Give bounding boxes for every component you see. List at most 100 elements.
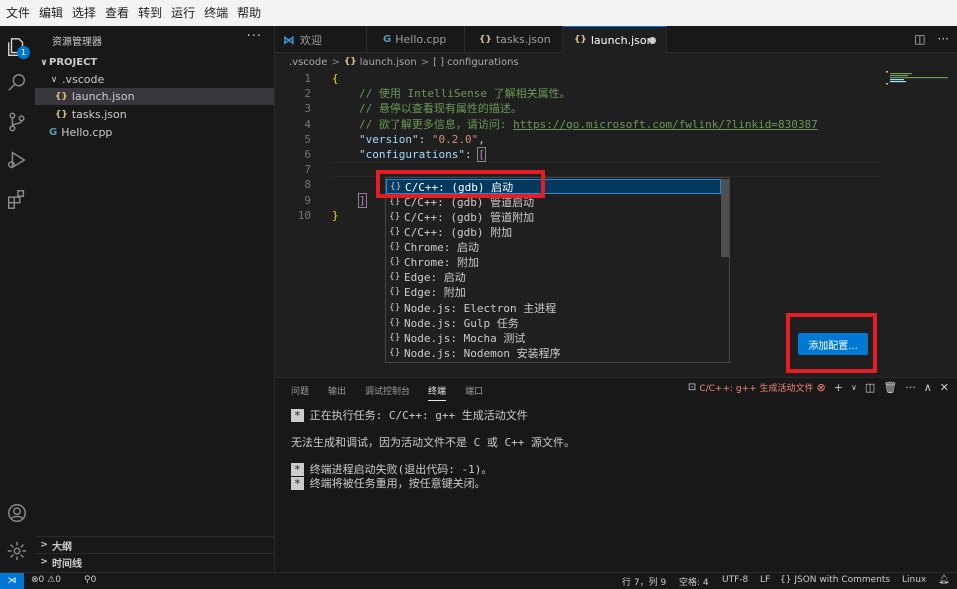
os-status[interactable]: Linux [902,575,926,585]
menu-selection[interactable]: 选择 [68,0,100,26]
close-icon[interactable]: ✕ [940,381,949,394]
line-number: 3 [304,102,311,115]
more-actions-icon[interactable]: ··· [247,29,262,44]
suggest-item[interactable]: {} Chrome: 启动 [386,239,721,254]
file-tasks-json[interactable]: {} tasks.json [35,106,274,123]
split-terminal-icon[interactable]: ◫ [865,381,875,394]
breadcrumb-file[interactable]: launch.json [360,57,417,68]
account-icon[interactable] [4,500,30,526]
menu-go[interactable]: 转到 [134,0,166,26]
tab-terminal[interactable]: 终端 [428,384,447,401]
snippet-icon: {} [389,332,401,343]
indentation-status[interactable]: 空格: 4 [679,575,709,588]
code-line: // 欲了解更多信息，请访问: https://go.microsoft.com… [359,117,818,132]
menu-terminal[interactable]: 终端 [200,0,232,26]
suggest-label: Chrome: 启动 [404,240,479,254]
suggest-item[interactable]: {} C/C++: (gdb) 管道附加 [386,209,721,224]
star-marker: * [291,409,304,422]
file-hello-cpp[interactable]: G Hello.cpp [35,124,274,141]
menu-run[interactable]: 运行 [167,0,199,26]
explorer-sidebar: 资源管理器 ··· ∨ PROJECT ∨ .vscode {} launch.… [35,26,275,572]
ports-status[interactable]: ⚲0 [84,575,96,585]
file-launch-json[interactable]: {} launch.json [35,88,274,105]
explorer-icon[interactable]: 1 [4,34,30,60]
maximize-chevron-up-icon[interactable]: ∧ [924,381,932,394]
suggest-item[interactable]: {} Node.js: Gulp 任务 [386,315,721,330]
project-folder[interactable]: ∨ PROJECT [35,54,274,71]
code-line: "version": "0.2.0", [359,132,485,147]
suggest-label: Node.js: Gulp 任务 [404,316,519,330]
source-control-icon[interactable] [4,109,30,135]
suggest-scrollbar[interactable] [721,179,729,257]
tab-problems[interactable]: 问题 [291,384,309,397]
suggest-item[interactable]: {} Node.js: Electron 主进程 [386,300,721,315]
terminal-task-selector[interactable]: ⊡ C/C++: g++ 生成活动文件 ⊗ [688,381,826,394]
highlight-annotation [376,170,545,198]
terminal-line: * 终端进程启动失败(退出代码: -1)。 [291,463,492,477]
suggest-item[interactable]: {} Edge: 附加 [386,284,721,299]
menu-view[interactable]: 查看 [101,0,133,26]
code-line: { [332,71,339,86]
notifications-bell-icon[interactable]: 🔔︎ [938,575,949,585]
json-file-icon: {} [55,91,68,102]
cpp-file-icon: G [383,34,392,45]
menu-edit[interactable]: 编辑 [35,0,67,26]
suggest-label: C/C++: (gdb) 管道附加 [404,210,535,224]
suggest-item[interactable]: {} Node.js: Mocha 测试 [386,330,721,345]
timeline-section[interactable]: > 时间线 [35,553,274,570]
tab-welcome[interactable]: ⋈ 欢迎 [275,26,367,53]
tab-hello-cpp[interactable]: G Hello.cpp [367,26,465,53]
suggest-item[interactable]: {} C/C++: (gdb) 附加 [386,224,721,239]
extensions-icon[interactable] [4,186,30,212]
line-number: 2 [304,87,311,100]
unsaved-dot-icon[interactable] [649,36,656,44]
search-icon[interactable] [4,70,30,96]
more-actions-icon[interactable]: ··· [905,381,916,394]
activity-bar: 1 [0,26,35,572]
tab-output[interactable]: 输出 [328,384,346,397]
vscode-folder[interactable]: ∨ .vscode [35,71,274,88]
line-number: 4 [304,118,311,131]
comment-token: // 悬停以查看现有属性的描述。 [359,102,522,115]
more-actions-icon[interactable]: ··· [938,32,949,46]
settings-gear-icon[interactable] [4,538,30,564]
breadcrumb: .vscode > {} launch.json > [ ] configura… [275,53,957,71]
line-number: 5 [304,133,311,146]
suggest-item[interactable]: {} Chrome: 附加 [386,254,721,269]
problems-status[interactable]: ⊗0 ⚠0 [31,575,61,585]
encoding-status[interactable]: UTF-8 [722,575,748,585]
breadcrumb-node[interactable]: configurations [447,57,519,68]
code-line: } [332,208,339,223]
docs-link[interactable]: https://go.microsoft.com/fwlink/?linkid=… [513,118,818,131]
trash-icon[interactable]: 🗑 [883,381,897,394]
comma-token: , [478,133,485,146]
tab-label: 欢迎 [300,33,322,47]
tab-debug-console[interactable]: 调试控制台 [365,384,410,397]
tab-tasks-json[interactable]: {} tasks.json [465,26,563,53]
terminal-text: 终端将被任务重用，按任意键关闭。 [309,477,486,490]
add-configuration-button[interactable]: 添加配置... [798,333,868,355]
breadcrumb-folder[interactable]: .vscode [289,57,327,68]
terminal-icon: ⊡ [687,382,697,393]
minimap[interactable] [886,71,948,85]
language-mode[interactable]: {} JSON with Comments [780,575,890,585]
suggest-item[interactable]: {} Node.js: Nodemon 安装程序 [386,345,721,360]
bottom-panel: 问题 输出 调试控制台 终端 端口 ⊡ C/C++: g++ 生成活动文件 ⊗ … [275,377,957,572]
code-line: ] [358,193,367,208]
split-editor-icon[interactable]: ◫ [914,32,925,46]
menu-help[interactable]: 帮助 [233,0,265,26]
outline-section[interactable]: > 大纲 [35,536,274,553]
suggest-item[interactable]: {} Edge: 启动 [386,269,721,284]
panel-actions: ⊡ C/C++: g++ 生成活动文件 ⊗ + ∨ ◫ 🗑 ··· ∧ ✕ [688,381,949,394]
remote-icon[interactable]: ⋊ [0,573,24,589]
explorer-title: 资源管理器 [52,37,102,48]
tab-ports[interactable]: 端口 [465,384,483,397]
menu-file[interactable]: 文件 [2,0,34,26]
tab-launch-json[interactable]: {} launch.json [563,26,667,53]
chevron-down-icon[interactable]: ∨ [851,383,857,392]
star-marker: * [291,463,304,476]
cursor-position[interactable]: 行 7，列 9 [622,575,666,588]
eol-status[interactable]: LF [760,575,770,585]
run-debug-icon[interactable] [4,147,30,173]
new-terminal-plus-icon[interactable]: + [834,381,843,394]
